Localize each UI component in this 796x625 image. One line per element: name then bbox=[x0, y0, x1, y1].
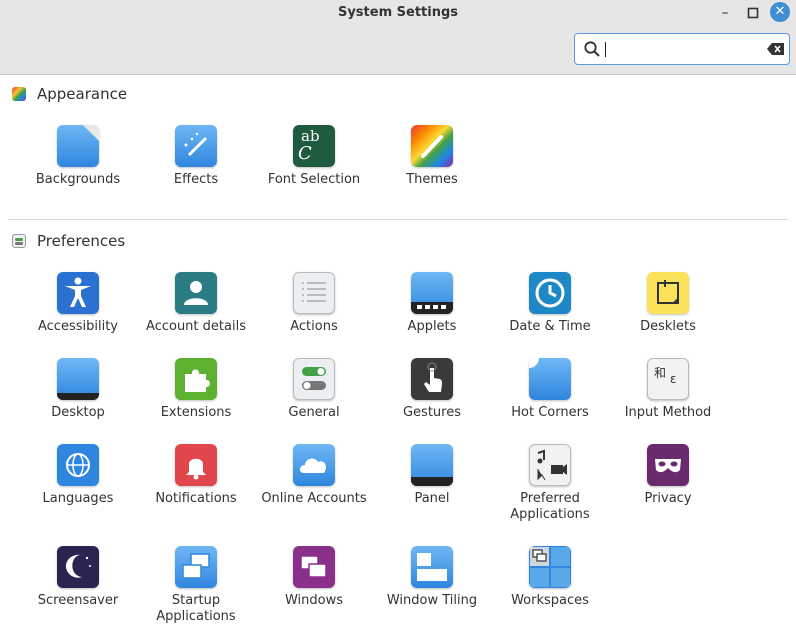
item-label: Themes bbox=[406, 172, 458, 187]
search-input[interactable] bbox=[603, 39, 757, 61]
minimize-button[interactable]: – bbox=[715, 3, 735, 23]
settings-item-languages[interactable]: Languages bbox=[19, 444, 137, 507]
desktop-icon bbox=[57, 358, 99, 400]
toggles-icon bbox=[293, 358, 335, 400]
item-label: Actions bbox=[290, 319, 338, 334]
font-icon: ab C bbox=[293, 125, 335, 167]
settings-item-screensaver[interactable]: Screensaver bbox=[19, 546, 137, 609]
item-label: Windows bbox=[284, 593, 344, 608]
hand-pointer-icon bbox=[411, 358, 453, 400]
settings-item-accessibility[interactable]: Accessibility bbox=[19, 272, 137, 335]
settings-item-online-accounts[interactable]: Online Accounts bbox=[255, 444, 373, 507]
settings-item-preferred-applications[interactable]: Preferred Applications bbox=[491, 444, 609, 523]
maximize-button[interactable] bbox=[743, 3, 763, 23]
item-label: Backgrounds bbox=[35, 172, 121, 187]
item-label: Applets bbox=[407, 319, 457, 334]
preferred-apps-icon bbox=[529, 444, 571, 486]
settings-item-window-tiling[interactable]: Window Tiling bbox=[373, 546, 491, 609]
header-bar: System Settings – ✕ bbox=[0, 0, 796, 75]
list-icon bbox=[293, 272, 335, 314]
item-label: Accessibility bbox=[38, 319, 118, 334]
close-button[interactable]: ✕ bbox=[770, 2, 790, 22]
settings-item-date-time[interactable]: Date & Time bbox=[491, 272, 609, 335]
item-label: Effects bbox=[173, 172, 219, 187]
moon-icon bbox=[57, 546, 99, 588]
accessibility-icon bbox=[57, 272, 99, 314]
settings-item-privacy[interactable]: Privacy bbox=[609, 444, 727, 507]
settings-item-font-selection[interactable]: ab C Font Selection bbox=[255, 125, 373, 188]
window-title: System Settings bbox=[337, 5, 459, 20]
settings-item-applets[interactable]: Applets bbox=[373, 272, 491, 335]
workspaces-icon bbox=[529, 546, 571, 588]
backgrounds-icon bbox=[57, 125, 99, 167]
settings-item-effects[interactable]: Effects bbox=[137, 125, 255, 188]
sticky-note-icon bbox=[647, 272, 689, 314]
settings-item-workspaces[interactable]: Workspaces bbox=[491, 546, 609, 609]
puzzle-icon bbox=[175, 358, 217, 400]
item-label: Account details bbox=[146, 319, 246, 334]
panel-icon bbox=[411, 444, 453, 486]
hot-corners-icon bbox=[529, 358, 571, 400]
input-method-icon: 和 ε bbox=[647, 358, 689, 400]
section-title: Preferences bbox=[37, 232, 126, 250]
text-caret bbox=[605, 42, 606, 57]
item-label: Desklets bbox=[640, 319, 696, 334]
item-label: Input Method bbox=[624, 405, 712, 420]
item-label: Font Selection bbox=[267, 172, 361, 187]
settings-item-backgrounds[interactable]: Backgrounds bbox=[19, 125, 137, 188]
item-label: General bbox=[288, 405, 340, 420]
settings-item-notifications[interactable]: Notifications bbox=[137, 444, 255, 507]
settings-item-actions[interactable]: Actions bbox=[255, 272, 373, 335]
item-label: Date & Time bbox=[509, 319, 591, 334]
applets-icon bbox=[411, 272, 453, 314]
bell-icon bbox=[175, 444, 217, 486]
item-label: Window Tiling bbox=[386, 593, 478, 608]
settings-item-general[interactable]: General bbox=[255, 358, 373, 421]
settings-item-panel[interactable]: Panel bbox=[373, 444, 491, 507]
scrollbar[interactable] bbox=[792, 75, 796, 625]
section-title: Appearance bbox=[37, 85, 128, 103]
section-appearance-header: Appearance bbox=[12, 83, 127, 105]
windows-icon bbox=[293, 546, 335, 588]
item-label: Hot Corners bbox=[511, 405, 589, 420]
item-label: Gestures bbox=[402, 405, 461, 420]
item-label: Notifications bbox=[155, 491, 237, 506]
clear-search-icon[interactable] bbox=[767, 43, 785, 55]
settings-item-startup-applications[interactable]: Startup Applications bbox=[137, 546, 255, 625]
settings-item-input-method[interactable]: 和 ε Input Method bbox=[609, 358, 727, 421]
item-label: Preferred Applications bbox=[510, 491, 590, 522]
clock-icon bbox=[529, 272, 571, 314]
item-label: Privacy bbox=[644, 491, 692, 506]
item-label: Workspaces bbox=[511, 593, 589, 608]
item-label: Panel bbox=[414, 491, 450, 506]
settings-item-gestures[interactable]: Gestures bbox=[373, 358, 491, 421]
settings-item-extensions[interactable]: Extensions bbox=[137, 358, 255, 421]
item-label: Languages bbox=[42, 491, 114, 506]
settings-item-desklets[interactable]: Desklets bbox=[609, 272, 727, 335]
settings-item-hot-corners[interactable]: Hot Corners bbox=[491, 358, 609, 421]
search-icon bbox=[584, 41, 600, 57]
item-label: Extensions bbox=[160, 405, 232, 420]
item-label: Startup Applications bbox=[156, 593, 236, 624]
settings-item-account-details[interactable]: Account details bbox=[137, 272, 255, 335]
cloud-icon bbox=[293, 444, 335, 486]
magic-wand-icon bbox=[175, 125, 217, 167]
section-divider bbox=[8, 219, 788, 220]
search-field[interactable] bbox=[574, 33, 790, 65]
item-label: Desktop bbox=[51, 405, 105, 420]
section-preferences-header: Preferences bbox=[12, 230, 125, 252]
item-label: Online Accounts bbox=[261, 491, 367, 506]
settings-item-windows[interactable]: Windows bbox=[255, 546, 373, 609]
settings-item-desktop[interactable]: Desktop bbox=[19, 358, 137, 421]
paintbrush-icon bbox=[411, 125, 453, 167]
mask-icon bbox=[647, 444, 689, 486]
window-tiling-icon bbox=[411, 546, 453, 588]
settings-item-themes[interactable]: Themes bbox=[373, 125, 491, 188]
appearance-section-icon bbox=[12, 87, 26, 101]
preferences-section-icon bbox=[12, 234, 26, 248]
item-label: Screensaver bbox=[37, 593, 119, 608]
globe-icon bbox=[57, 444, 99, 486]
startup-apps-icon bbox=[175, 546, 217, 588]
user-icon bbox=[175, 272, 217, 314]
